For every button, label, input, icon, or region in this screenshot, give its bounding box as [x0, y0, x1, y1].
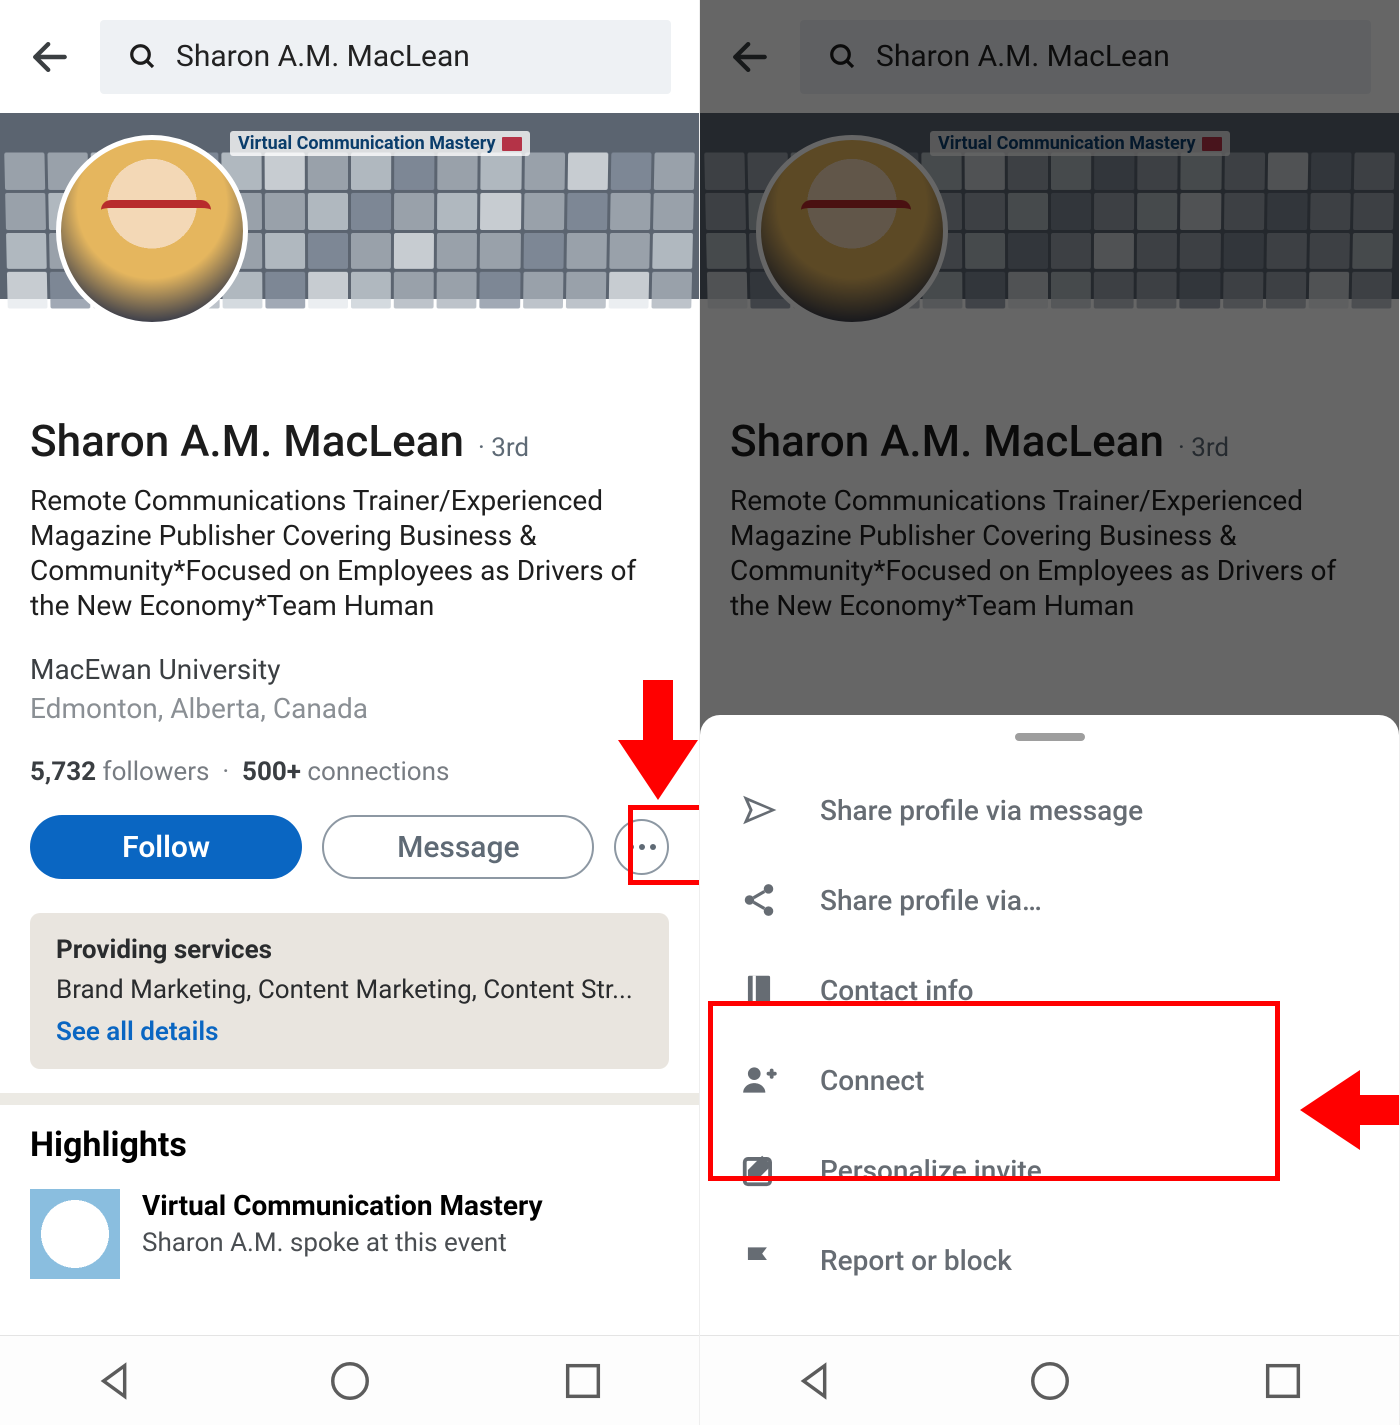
profile-body: Sharon A.M. MacLean · 3rd Remote Communi…	[0, 415, 699, 1069]
more-actions-button[interactable]	[614, 819, 669, 875]
follow-button[interactable]: Follow	[30, 815, 302, 879]
services-line: Brand Marketing, Content Marketing, Cont…	[56, 975, 643, 1005]
nav-back-icon[interactable]	[94, 1358, 140, 1404]
services-card[interactable]: Providing services Brand Marketing, Cont…	[30, 913, 669, 1069]
location: Edmonton, Alberta, Canada	[30, 692, 669, 725]
sheet-item-connect[interactable]: Connect	[700, 1035, 1399, 1125]
action-row: Follow Message	[30, 815, 669, 879]
services-link[interactable]: See all details	[56, 1017, 643, 1047]
highlight-subtitle: Sharon A.M. spoke at this event	[142, 1228, 543, 1258]
back-icon[interactable]	[28, 35, 72, 79]
sheet-handle[interactable]	[1015, 733, 1085, 741]
nav-home-icon[interactable]	[1027, 1358, 1073, 1404]
profile-name: Sharon A.M. MacLean	[30, 415, 464, 467]
phone-right: Sharon A.M. MacLean Virtual Communicatio…	[700, 0, 1400, 1425]
highlights-section: Highlights Virtual Communication Mastery…	[0, 1105, 699, 1279]
nav-home-icon[interactable]	[327, 1358, 373, 1404]
sheet-item-share-via[interactable]: Share profile via…	[700, 855, 1399, 945]
university: MacEwan University	[30, 653, 669, 686]
search-input[interactable]: Sharon A.M. MacLean	[100, 20, 671, 94]
phone-left: Sharon A.M. MacLean Virtual Communicatio…	[0, 0, 700, 1425]
android-navbar	[0, 1335, 699, 1425]
highlight-title: Virtual Communication Mastery	[142, 1189, 543, 1222]
degree: · 3rd	[478, 433, 529, 463]
compose-icon	[740, 1151, 778, 1189]
android-navbar	[700, 1335, 1399, 1425]
search-icon	[128, 42, 158, 72]
cover-logo-icon	[502, 137, 522, 151]
action-sheet: Share profile via message Share profile …	[700, 715, 1399, 1335]
cover-banner[interactable]: Virtual Communication Mastery	[0, 113, 699, 299]
services-title: Providing services	[56, 935, 643, 965]
sheet-item-report[interactable]: Report or block	[700, 1215, 1399, 1305]
nav-recent-icon[interactable]	[1260, 1358, 1306, 1404]
nav-recent-icon[interactable]	[560, 1358, 606, 1404]
contact-icon	[740, 971, 778, 1009]
person-add-icon	[740, 1061, 778, 1099]
highlight-thumb	[30, 1189, 120, 1279]
message-button[interactable]: Message	[322, 815, 594, 879]
share-icon	[740, 881, 778, 919]
search-text: Sharon A.M. MacLean	[176, 39, 470, 74]
paper-plane-icon	[740, 791, 778, 829]
cover-title: Virtual Communication Mastery	[230, 131, 530, 156]
avatar[interactable]	[56, 135, 248, 327]
section-divider	[0, 1093, 699, 1105]
sheet-item-contact-info[interactable]: Contact info	[700, 945, 1399, 1035]
headline: Remote Communications Trainer/Experience…	[30, 483, 669, 623]
topbar: Sharon A.M. MacLean	[0, 0, 699, 113]
highlight-item[interactable]: Virtual Communication Mastery Sharon A.M…	[30, 1189, 669, 1279]
name-row: Sharon A.M. MacLean · 3rd	[30, 415, 669, 467]
sheet-item-personalize-invite[interactable]: Personalize invite	[700, 1125, 1399, 1215]
sheet-item-share-message[interactable]: Share profile via message	[700, 765, 1399, 855]
nav-back-icon[interactable]	[794, 1358, 840, 1404]
stats-row: 5,732 followers · 500+ connections	[30, 757, 669, 787]
highlights-heading: Highlights	[30, 1125, 669, 1165]
flag-icon	[740, 1241, 778, 1279]
